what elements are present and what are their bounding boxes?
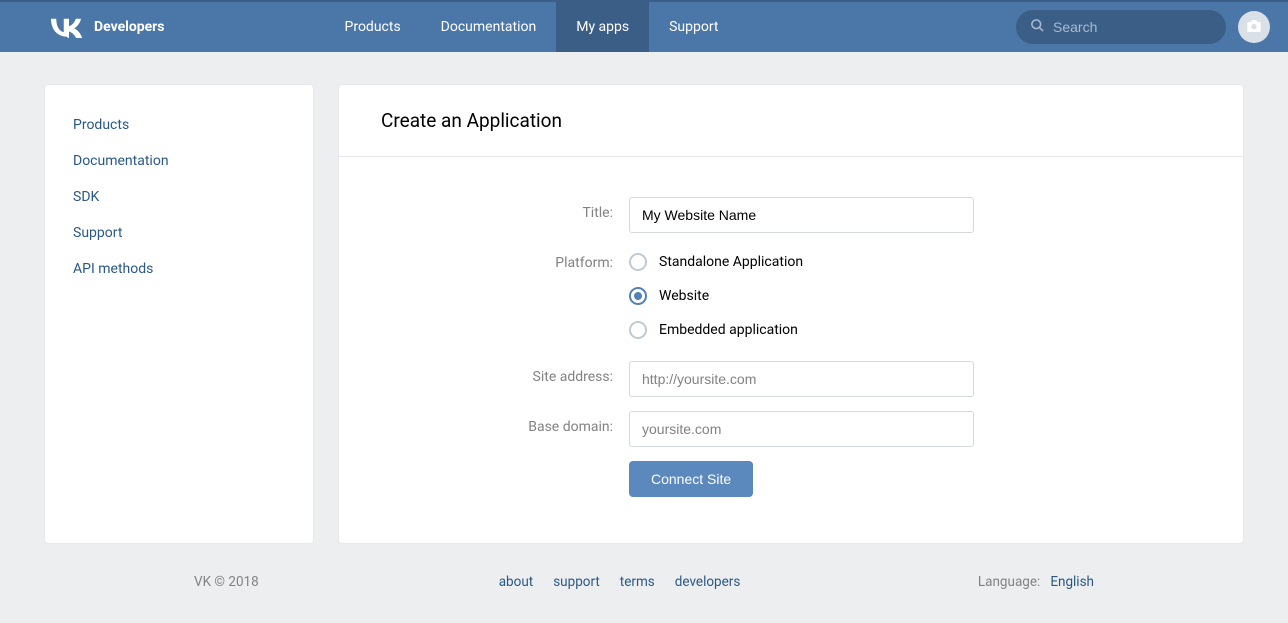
radio-standalone[interactable]: Standalone Application bbox=[629, 253, 974, 271]
field-title: Title: bbox=[339, 197, 1243, 233]
language-selector[interactable]: Language: English bbox=[978, 574, 1094, 590]
page-title: Create an Application bbox=[339, 85, 1243, 157]
radio-icon bbox=[629, 253, 647, 271]
footer-link-support[interactable]: support bbox=[553, 574, 600, 590]
brand-text: Developers bbox=[94, 19, 165, 35]
sidebar-item-sdk[interactable]: SDK bbox=[45, 179, 313, 215]
brand[interactable]: Developers bbox=[48, 16, 165, 38]
radio-embedded[interactable]: Embedded application bbox=[629, 321, 974, 339]
radio-icon bbox=[629, 287, 647, 305]
field-site-address: Site address: bbox=[339, 361, 1243, 397]
footer-links: about support terms developers bbox=[499, 574, 741, 590]
label-base-domain: Base domain: bbox=[339, 411, 629, 435]
label-platform: Platform: bbox=[339, 247, 629, 271]
footer-link-terms[interactable]: terms bbox=[620, 574, 655, 590]
footer-link-about[interactable]: about bbox=[499, 574, 533, 590]
search-input[interactable] bbox=[1053, 19, 1212, 35]
avatar[interactable] bbox=[1238, 11, 1270, 43]
sidebar-item-api-methods[interactable]: API methods bbox=[45, 251, 313, 287]
camera-icon bbox=[1246, 18, 1262, 37]
page-body: Products Documentation SDK Support API m… bbox=[44, 52, 1244, 544]
sidebar-item-documentation[interactable]: Documentation bbox=[45, 143, 313, 179]
top-header: Developers Products Documentation My app… bbox=[0, 0, 1288, 52]
field-base-domain: Base domain: bbox=[339, 411, 1243, 447]
language-label: Language: bbox=[978, 574, 1040, 590]
vk-logo-icon bbox=[48, 16, 84, 38]
sidebar-item-products[interactable]: Products bbox=[45, 107, 313, 143]
nav-item-my-apps[interactable]: My apps bbox=[556, 2, 649, 52]
search-icon bbox=[1030, 18, 1045, 37]
label-title: Title: bbox=[339, 197, 629, 221]
radio-label: Standalone Application bbox=[659, 254, 803, 270]
radio-label: Website bbox=[659, 288, 709, 304]
main-card: Create an Application Title: Platform: S… bbox=[338, 84, 1244, 544]
label-site-address: Site address: bbox=[339, 361, 629, 385]
platform-radio-group: Standalone Application Website Embedded … bbox=[629, 247, 974, 339]
primary-nav: Products Documentation My apps Support bbox=[325, 2, 739, 52]
nav-item-products[interactable]: Products bbox=[325, 2, 421, 52]
left-sidebar: Products Documentation SDK Support API m… bbox=[44, 84, 314, 544]
connect-site-button[interactable]: Connect Site bbox=[629, 461, 753, 497]
footer-copyright: VK © 2018 bbox=[194, 574, 259, 590]
sidebar-item-support[interactable]: Support bbox=[45, 215, 313, 251]
submit-row: Connect Site bbox=[339, 461, 1243, 497]
radio-website[interactable]: Website bbox=[629, 287, 974, 305]
radio-label: Embedded application bbox=[659, 322, 798, 338]
radio-icon bbox=[629, 321, 647, 339]
search-box[interactable] bbox=[1016, 10, 1226, 44]
footer: VK © 2018 about support terms developers… bbox=[194, 560, 1094, 604]
nav-item-documentation[interactable]: Documentation bbox=[421, 2, 557, 52]
field-platform: Platform: Standalone Application Website bbox=[339, 247, 1243, 339]
input-base-domain[interactable] bbox=[629, 411, 974, 447]
nav-item-support[interactable]: Support bbox=[649, 2, 738, 52]
input-site-address[interactable] bbox=[629, 361, 974, 397]
input-title[interactable] bbox=[629, 197, 974, 233]
create-app-form: Title: Platform: Standalone Application bbox=[339, 157, 1243, 541]
language-value: English bbox=[1050, 574, 1094, 590]
footer-link-developers[interactable]: developers bbox=[675, 574, 741, 590]
